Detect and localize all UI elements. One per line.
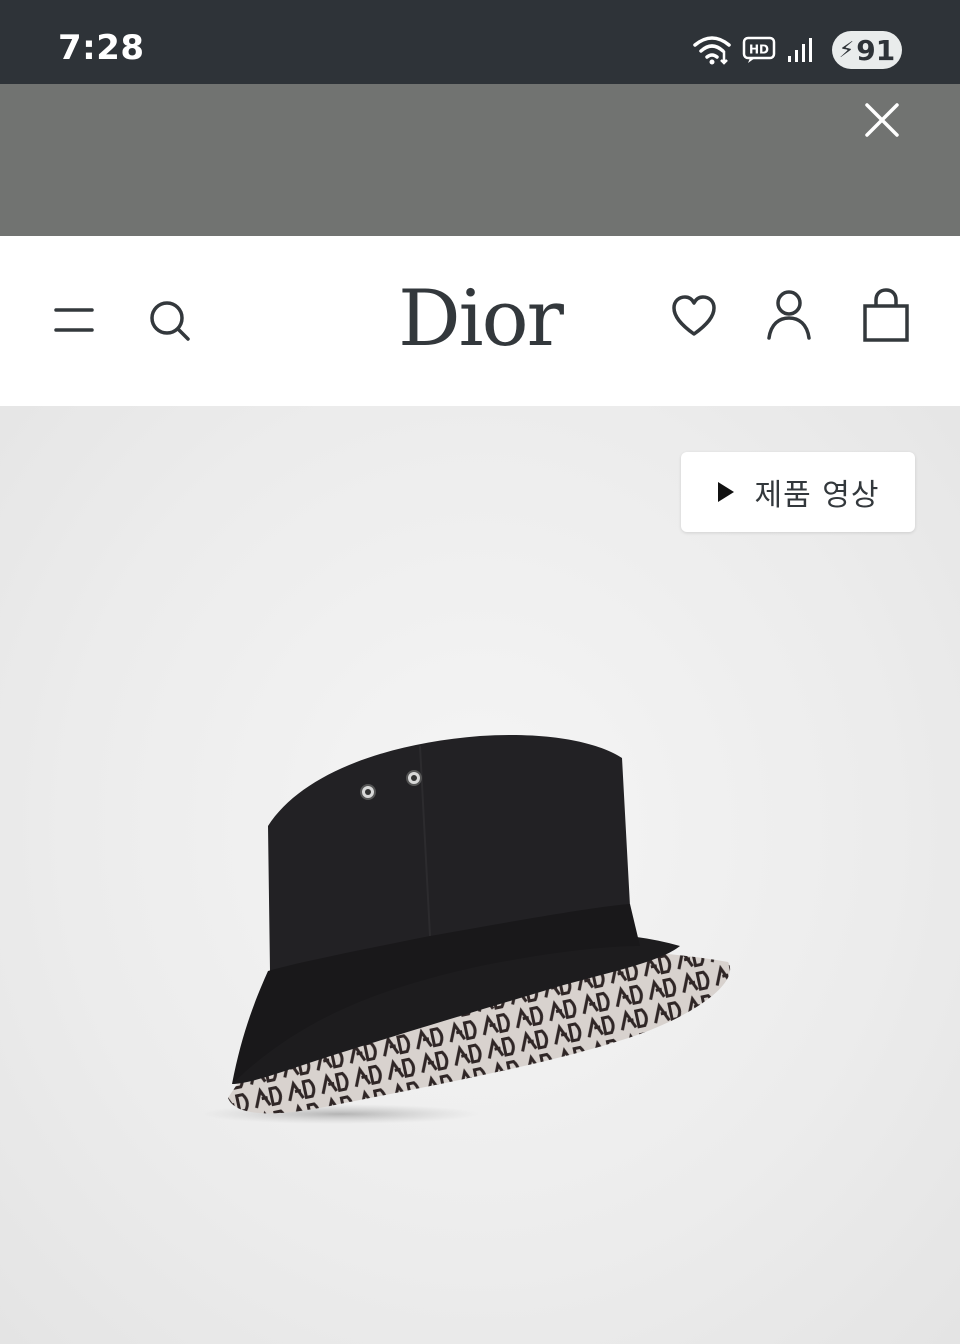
- battery-charging-icon: ⚡ 91: [832, 31, 902, 69]
- product-image-bucket-hat: [200, 735, 731, 1124]
- wifi-icon: [693, 36, 731, 65]
- status-icons: HD ⚡ 91: [692, 30, 902, 70]
- product-gallery[interactable]: 제품 영상: [0, 406, 960, 1344]
- ad-banner[interactable]: [0, 84, 960, 236]
- status-bar: 7:28 HD ⚡ 91: [0, 0, 960, 84]
- play-icon: [717, 482, 734, 502]
- battery-level: 91: [856, 33, 896, 67]
- dior-logo[interactable]: Dior: [0, 274, 960, 364]
- bolt-icon: ⚡: [838, 37, 855, 63]
- svg-text:HD: HD: [749, 43, 769, 57]
- shopping-bag-icon[interactable]: [860, 288, 912, 344]
- status-time: 7:28: [58, 28, 145, 68]
- hd-icon: HD: [742, 36, 776, 63]
- signal-icon: [788, 38, 812, 62]
- heart-icon[interactable]: [670, 294, 718, 340]
- product-video-button[interactable]: 제품 영상: [681, 452, 915, 532]
- product-video-label: 제품 영상: [754, 478, 880, 513]
- site-header: Dior: [0, 236, 960, 406]
- close-icon[interactable]: [860, 98, 904, 142]
- account-icon[interactable]: [764, 288, 814, 344]
